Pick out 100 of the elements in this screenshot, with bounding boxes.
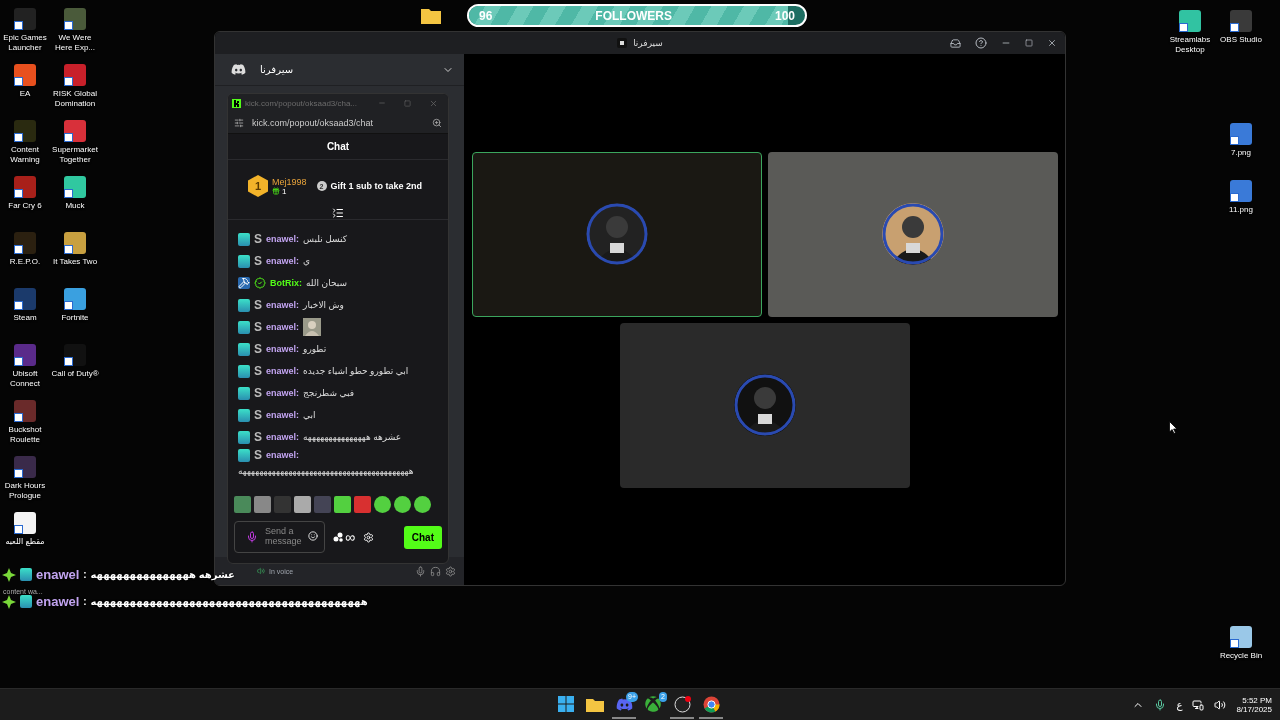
app-icon[interactable] bbox=[14, 288, 36, 310]
emote-icon[interactable] bbox=[394, 495, 411, 513]
message-field[interactable]: Send a message bbox=[234, 521, 325, 553]
app-icon[interactable] bbox=[64, 344, 86, 366]
message-text: سبحان الله bbox=[306, 278, 347, 288]
desktop-icon-label[interactable]: We Were Here Exp... bbox=[49, 33, 101, 53]
subscriber-label: S bbox=[254, 342, 262, 356]
rank-badge: 1 bbox=[248, 175, 268, 197]
video-tile[interactable] bbox=[767, 151, 1058, 317]
emote-icon[interactable] bbox=[254, 495, 271, 513]
collapse-icon[interactable] bbox=[332, 206, 344, 219]
clock-date[interactable]: 8/17/2025 bbox=[1236, 704, 1272, 714]
username[interactable]: enawel: bbox=[266, 344, 300, 354]
message-text: هههههههههههههههههههههههههههههههههههههههههه bbox=[238, 466, 414, 476]
maximize-icon[interactable] bbox=[1025, 39, 1033, 47]
video-tile[interactable] bbox=[619, 322, 910, 488]
video-tile[interactable] bbox=[471, 151, 762, 317]
app-icon[interactable] bbox=[1230, 10, 1252, 32]
gift-prompt[interactable]: Gift 1 sub to take 2nd bbox=[330, 181, 423, 191]
desktop-icon-label[interactable]: Ubisoft Connect bbox=[0, 369, 51, 389]
headphones-icon[interactable] bbox=[430, 565, 441, 577]
app-icon[interactable] bbox=[14, 344, 36, 366]
badge-icon bbox=[238, 298, 250, 312]
app-icon[interactable] bbox=[64, 64, 86, 86]
desktop-icon-label[interactable]: مقطع اللعبه bbox=[0, 537, 51, 547]
username[interactable]: enawel: bbox=[266, 322, 300, 332]
emote-icon[interactable] bbox=[354, 495, 371, 513]
desktop-icon-label[interactable]: Supermarket Together bbox=[49, 145, 101, 165]
desktop-icon-label[interactable]: Dark Hours Prologue bbox=[0, 481, 51, 501]
username[interactable]: enawel: bbox=[266, 432, 300, 442]
server-icon bbox=[617, 38, 628, 48]
desktop-icon-label[interactable]: Muck bbox=[49, 201, 101, 211]
gifter-name[interactable]: Mej1998 bbox=[272, 176, 307, 187]
username[interactable]: enawel: bbox=[266, 450, 300, 460]
desktop-icon-label[interactable]: EA bbox=[0, 89, 51, 99]
username[interactable]: enawel: bbox=[266, 256, 300, 266]
desktop-icon-label[interactable]: Fortnite bbox=[49, 313, 101, 323]
app-icon[interactable] bbox=[14, 8, 36, 30]
cursor-icon bbox=[1169, 421, 1178, 434]
desktop-icon-label[interactable]: R.E.P.O. bbox=[0, 257, 51, 267]
mic-icon[interactable] bbox=[1154, 698, 1167, 711]
discord-icon[interactable] bbox=[231, 62, 246, 77]
username[interactable]: enawel: bbox=[266, 300, 300, 310]
desktop-icon-label[interactable]: Call of Duty® bbox=[49, 369, 101, 379]
desktop-icon-label[interactable]: Recycle Bin bbox=[1215, 651, 1267, 661]
badge-icon bbox=[238, 430, 250, 444]
desktop-icon-label[interactable]: Steam bbox=[0, 313, 51, 323]
username[interactable]: enawel: bbox=[266, 388, 300, 398]
zoom-icon[interactable] bbox=[432, 117, 442, 128]
site-settings-icon[interactable] bbox=[234, 117, 244, 128]
subscriber-label: S bbox=[254, 386, 262, 400]
emote-icon[interactable] bbox=[334, 495, 351, 513]
emote-icon[interactable] bbox=[294, 495, 311, 513]
volume-icon[interactable] bbox=[1214, 698, 1227, 711]
desktop-icon-label[interactable]: Far Cry 6 bbox=[0, 201, 51, 211]
app-icon[interactable] bbox=[14, 232, 36, 254]
desktop-icon-label[interactable]: OBS Studio bbox=[1215, 35, 1267, 45]
subscriber-label: S bbox=[254, 408, 262, 422]
separator: : bbox=[83, 596, 87, 607]
desktop-icon-label[interactable]: 11.png bbox=[1215, 205, 1267, 215]
dots-icon bbox=[333, 532, 343, 542]
windows-icon bbox=[558, 696, 574, 712]
desktop-icon-label[interactable]: Streamlabs Desktop bbox=[1164, 35, 1216, 55]
points-display[interactable]: ∞ bbox=[333, 529, 355, 545]
server-name[interactable]: سيرفرنا bbox=[260, 64, 442, 75]
chat-send-button[interactable]: Chat bbox=[403, 525, 442, 549]
emoji-icon[interactable] bbox=[308, 531, 318, 541]
username[interactable]: enawel: bbox=[266, 234, 300, 244]
desktop-icon-label[interactable]: It Takes Two bbox=[49, 257, 101, 267]
sparkle-icon bbox=[2, 567, 16, 582]
mic-icon[interactable] bbox=[246, 531, 258, 543]
message-text: كنسل نلبس bbox=[303, 234, 348, 244]
badge-icon bbox=[238, 320, 250, 334]
desktop-icon-label[interactable]: 7.png bbox=[1215, 148, 1267, 158]
subscriber-label: S bbox=[254, 430, 262, 444]
subscriber-label: S bbox=[254, 364, 262, 378]
app-icon[interactable] bbox=[14, 120, 36, 142]
message-text: عشرهه هههههههههههههههه bbox=[90, 569, 235, 580]
desktop-icon-label[interactable]: Content Warning bbox=[0, 145, 51, 165]
emote-icon[interactable] bbox=[374, 495, 391, 513]
app-icon[interactable] bbox=[14, 176, 36, 198]
close-icon[interactable] bbox=[1047, 38, 1057, 48]
desktop-icon-label[interactable]: RISK Global Domination bbox=[49, 89, 101, 109]
clock-time[interactable]: 5:52 PM bbox=[1242, 695, 1272, 705]
app-icon[interactable] bbox=[14, 456, 36, 478]
app-icon[interactable] bbox=[14, 400, 36, 422]
desktop-icon-label[interactable]: Epic Games Launcher bbox=[0, 33, 51, 53]
username[interactable]: enawel: bbox=[266, 410, 300, 420]
emote-icon[interactable] bbox=[414, 495, 431, 513]
username[interactable]: BotRix: bbox=[270, 278, 302, 288]
desktop-icon-label[interactable]: Buckshot Roulette bbox=[0, 425, 51, 445]
inbox-icon[interactable] bbox=[950, 37, 961, 49]
network-icon[interactable] bbox=[1192, 698, 1205, 711]
help-icon[interactable] bbox=[975, 37, 987, 49]
username[interactable]: enawel: bbox=[266, 366, 300, 376]
folder-icon[interactable] bbox=[421, 7, 441, 24]
app-icon[interactable] bbox=[64, 8, 86, 30]
emote-icon[interactable] bbox=[234, 495, 251, 513]
username: enawel bbox=[36, 594, 80, 609]
language-indicator[interactable]: ع bbox=[1176, 699, 1183, 710]
